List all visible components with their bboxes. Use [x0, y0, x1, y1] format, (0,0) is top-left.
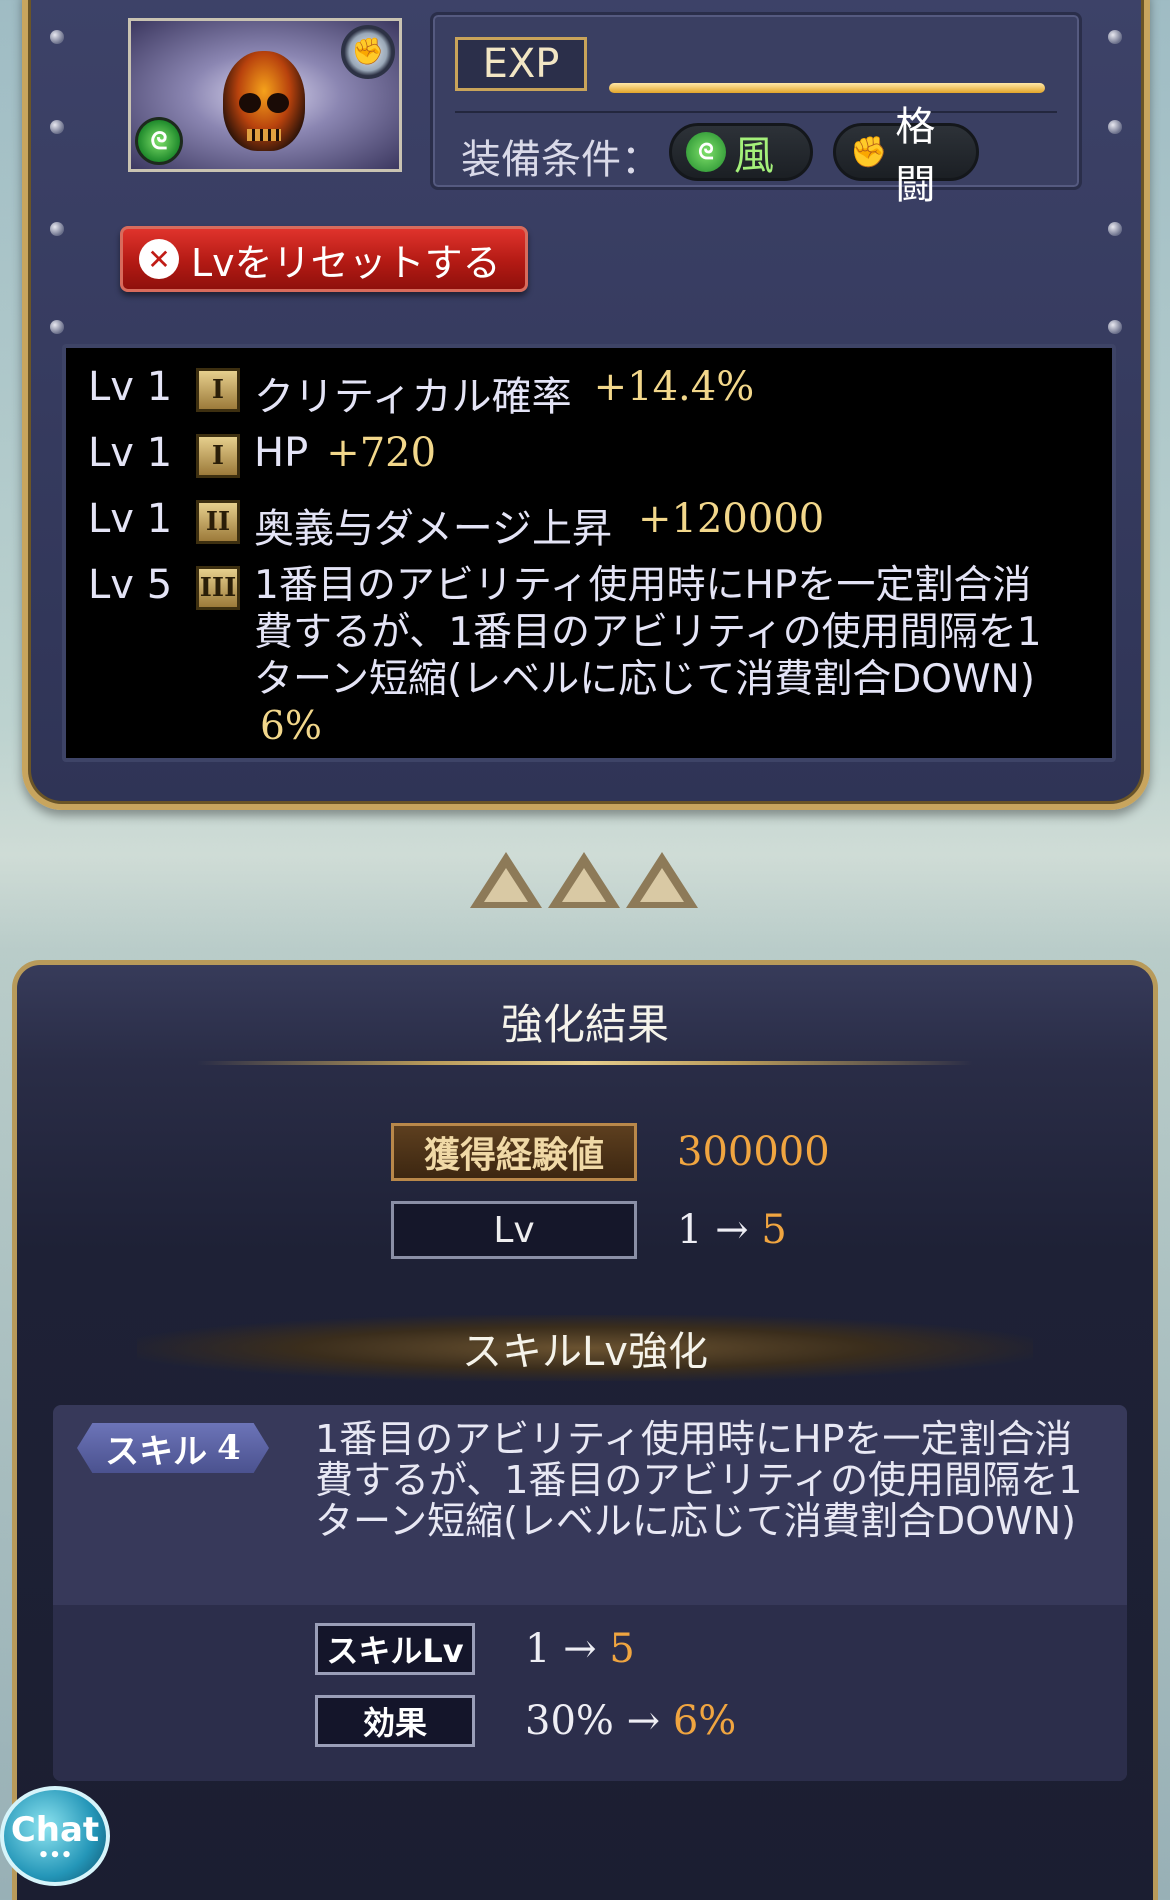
level-label: Lv	[391, 1201, 637, 1259]
arrow-up-icon	[548, 852, 620, 908]
weapon-condition-badge: ✊ 格闘	[833, 104, 979, 208]
divider	[455, 111, 1057, 113]
skill-tag: スキル 4	[77, 1423, 269, 1473]
item-detail-panel: ✊ ᘓ EXP 装備条件： ᘓ 風 ✊ 格闘 ✕ Lvをリセットする Lv 1 …	[22, 0, 1150, 810]
effect-label: 効果	[315, 1695, 475, 1747]
rivet	[1108, 120, 1122, 134]
skill-value: 6%	[260, 704, 322, 749]
exp-bar	[609, 83, 1045, 93]
result-title: 強化結果	[500, 1000, 669, 1049]
rank-icon: I	[196, 368, 240, 412]
effect-row: 効果 30% → 6%	[315, 1695, 736, 1747]
skill-upgrade-header: スキルLv強化	[137, 1315, 1033, 1381]
chat-label: Chat	[10, 1810, 100, 1850]
close-icon: ✕	[139, 239, 179, 279]
skill-name: 奥義与ダメージ上昇	[254, 506, 612, 552]
skill-stat-row: Lv 5 III 1番目のアビリティ使用時にHPを一定割合消費するが、1番目のア…	[88, 562, 1090, 750]
arrow-up-icon	[470, 852, 542, 908]
item-thumbnail[interactable]: ✊ ᘓ	[128, 18, 402, 172]
progress-arrows	[470, 852, 698, 908]
rivet	[50, 30, 64, 44]
skill-name: クリティカル確率	[254, 374, 572, 420]
skill-level: Lv 1	[88, 496, 173, 542]
exp-label: EXP	[455, 37, 587, 91]
skill-stat-row: Lv 1 I HP +720	[88, 430, 1090, 496]
fist-icon: ✊	[850, 134, 888, 170]
wind-icon: ᘓ	[135, 117, 183, 165]
element-name: 風	[734, 133, 774, 179]
skull-icon	[223, 51, 305, 151]
rivet	[50, 320, 64, 334]
reset-level-button[interactable]: ✕ Lvをリセットする	[120, 226, 528, 292]
exp-panel: EXP 装備条件： ᘓ 風 ✊ 格闘	[430, 12, 1082, 208]
rivet	[1108, 222, 1122, 236]
rank-icon: II	[196, 500, 240, 544]
skill-name: HP	[254, 430, 309, 476]
skill-level: Lv 5	[88, 562, 173, 608]
fist-icon: ✊	[341, 25, 395, 79]
skill-stats-list: Lv 1 I クリティカル確率 +14.4% Lv 1 I HP +720 Lv…	[62, 344, 1116, 762]
wind-icon: ᘓ	[686, 132, 726, 172]
level-change-row: Lv 1 → 5	[391, 1201, 787, 1259]
exp-gain-label: 獲得経験値	[391, 1123, 637, 1181]
skill-level-change: 1 → 5	[525, 1626, 635, 1672]
reset-level-label: Lvをリセットする	[191, 240, 501, 285]
skill-description: 1番目のアビリティ使用時にHPを一定割合消費するが、1番目のアビリティの使用間隔…	[315, 1417, 1083, 1543]
element-condition-badge: ᘓ 風	[669, 123, 813, 181]
weapon-type-name: 格闘	[895, 104, 936, 208]
arrow-up-icon	[626, 852, 698, 908]
skill-level: Lv 1	[88, 430, 173, 476]
chat-dots-icon: •••	[37, 1845, 73, 1866]
exp-gain-value: 300000	[677, 1129, 830, 1175]
rivet	[1108, 30, 1122, 44]
equip-condition-label: 装備条件：	[461, 137, 661, 183]
skill-stat-row: Lv 1 I クリティカル確率 +14.4%	[88, 364, 1090, 430]
rank-icon: III	[196, 566, 240, 610]
chat-button[interactable]: Chat •••	[0, 1786, 110, 1886]
skill-level-row: スキルLv 1 → 5	[315, 1623, 635, 1675]
level-change-value: 1 → 5	[677, 1207, 787, 1253]
rivet	[50, 222, 64, 236]
skill-value: +14.4%	[593, 364, 755, 410]
rivet	[1108, 320, 1122, 334]
divider	[197, 1061, 973, 1065]
effect-change: 30% → 6%	[525, 1698, 737, 1744]
skill-level: Lv 1	[88, 364, 173, 410]
skill-stat-row: Lv 1 II 奥義与ダメージ上昇 +120000	[88, 496, 1090, 562]
skill-value: +120000	[638, 496, 825, 542]
rivet	[50, 120, 64, 134]
skill-name: 1番目のアビリティ使用時にHPを一定割合消費するが、1番目のアビリティの使用間隔…	[254, 563, 1042, 702]
skill-level-label: スキルLv	[315, 1623, 475, 1675]
skill-value: +720	[326, 430, 437, 476]
rank-icon: I	[196, 434, 240, 478]
exp-gain-row: 獲得経験値 300000	[391, 1123, 830, 1181]
skill-upgrade-card: スキル 4 1番目のアビリティ使用時にHPを一定割合消費するが、1番目のアビリティ…	[53, 1405, 1127, 1781]
enhancement-result-panel: 強化結果 獲得経験値 300000 Lv 1 → 5 スキルLv強化 スキル 4 …	[12, 960, 1158, 1900]
